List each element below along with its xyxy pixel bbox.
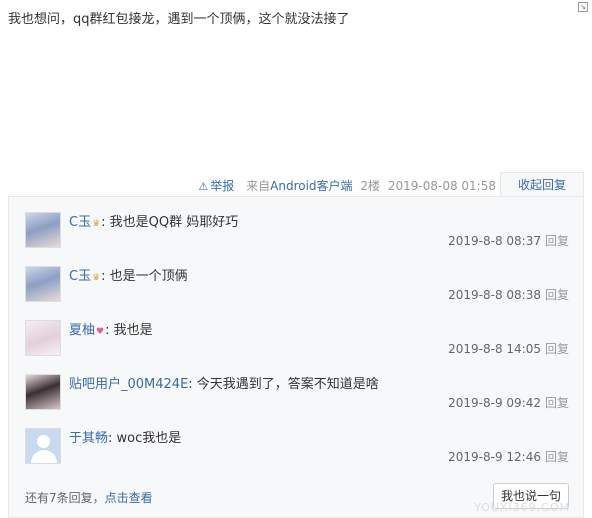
comment-username[interactable]: 于其畅: [69, 431, 108, 446]
list-item: 夏柚♥: 我也是 2019-8-8 14:05 回复: [9, 317, 583, 371]
source-prefix: 来自: [246, 179, 271, 193]
comment-username[interactable]: C玉: [69, 215, 91, 230]
comment-footer: 2019-8-8 08:38 回复: [448, 286, 569, 303]
comment-footer: 2019-8-8 14:05 回复: [448, 340, 569, 357]
comment-time: 2019-8-8 08:37: [448, 234, 541, 248]
report-link[interactable]: ⚠ 举报: [198, 179, 238, 193]
comment-text-line: C玉♛: 我也是QQ群 妈耶好巧: [69, 211, 238, 230]
list-item: 于其畅: woc我也是 2019-8-9 12:46 回复: [9, 425, 583, 479]
post-text: 我也想问，qq群红包接龙，遇到一个顶俩，这个就没法接了: [8, 12, 350, 27]
reply-link[interactable]: 回复: [545, 396, 569, 410]
comment-body: : 今天我遇到了，答案不知道是啥: [188, 377, 379, 392]
comment-time: 2019-8-9 12:46: [448, 450, 541, 464]
collapse-replies-button[interactable]: 收起回复: [500, 172, 584, 196]
post-meta: ⚠ 举报 来自Android客户端 2楼 2019-08-08 01:58: [198, 177, 500, 194]
avatar[interactable]: [25, 266, 61, 302]
heart-badge-icon: ♥: [96, 327, 105, 337]
comment-body: : woc我也是: [108, 431, 182, 446]
default-avatar-icon[interactable]: [25, 428, 61, 464]
list-item: 贴吧用户_00M424E: 今天我遇到了，答案不知道是啥 2019-8-9 09…: [9, 371, 583, 425]
avatar[interactable]: [25, 320, 61, 356]
more-replies-count: 还有7条回复，: [25, 491, 105, 505]
comment-text-line: 贴吧用户_00M424E: 今天我遇到了，答案不知道是啥: [69, 373, 379, 392]
comment-footer: 2019-8-8 08:37 回复: [448, 232, 569, 249]
list-item: C玉♛: 我也是QQ群 妈耶好巧 2019-8-8 08:37 回复: [9, 209, 583, 263]
comment-body: : 也是一个顶俩: [101, 269, 188, 284]
comment-username[interactable]: 贴吧用户_00M424E: [69, 377, 188, 392]
comment-username[interactable]: 夏柚: [69, 323, 95, 338]
list-item: C玉♛: 也是一个顶俩 2019-8-8 08:38 回复: [9, 263, 583, 317]
reply-link[interactable]: 回复: [545, 288, 569, 302]
comment-text-line: 夏柚♥: 我也是: [69, 319, 153, 338]
crown-badge-icon: ♛: [92, 219, 101, 229]
view-more-link[interactable]: 点击查看: [105, 491, 153, 505]
comment-footer: 2019-8-9 09:42 回复: [448, 394, 569, 411]
warning-icon: ⚠: [198, 180, 209, 193]
expand-icon[interactable]: ↘: [578, 2, 588, 12]
comment-footer: 2019-8-9 12:46 回复: [448, 448, 569, 465]
reply-link[interactable]: 回复: [545, 342, 569, 356]
comment-text-line: 于其畅: woc我也是: [69, 427, 181, 446]
comment-time: 2019-8-9 09:42: [448, 396, 541, 410]
comment-text-line: C玉♛: 也是一个顶俩: [69, 265, 188, 284]
comment-username[interactable]: C玉: [69, 269, 91, 284]
post-datetime: 2019-08-08 01:58: [387, 179, 496, 193]
comment-time: 2019-8-8 14:05: [448, 342, 541, 356]
more-replies: 还有7条回复，点击查看: [25, 489, 153, 506]
site-watermark: YOUXI369.COM: [474, 501, 570, 514]
reply-list: C玉♛: 我也是QQ群 妈耶好巧 2019-8-8 08:37 回复 C玉♛: 也…: [8, 196, 584, 518]
comment-time: 2019-8-8 08:38: [448, 288, 541, 302]
avatar[interactable]: [25, 374, 61, 410]
crown-badge-icon: ♛: [92, 273, 101, 283]
reply-link[interactable]: 回复: [545, 234, 569, 248]
post-meta-row: ⚠ 举报 来自Android客户端 2楼 2019-08-08 01:58 收起回…: [8, 172, 584, 196]
comment-body: : 我也是: [105, 323, 153, 338]
report-label: 举报: [210, 179, 235, 193]
comment-body: : 我也是QQ群 妈耶好巧: [101, 215, 239, 230]
source-client-link[interactable]: Android客户端: [270, 179, 352, 193]
floor-number: 2楼: [360, 179, 381, 193]
reply-link[interactable]: 回复: [545, 450, 569, 464]
avatar[interactable]: [25, 212, 61, 248]
